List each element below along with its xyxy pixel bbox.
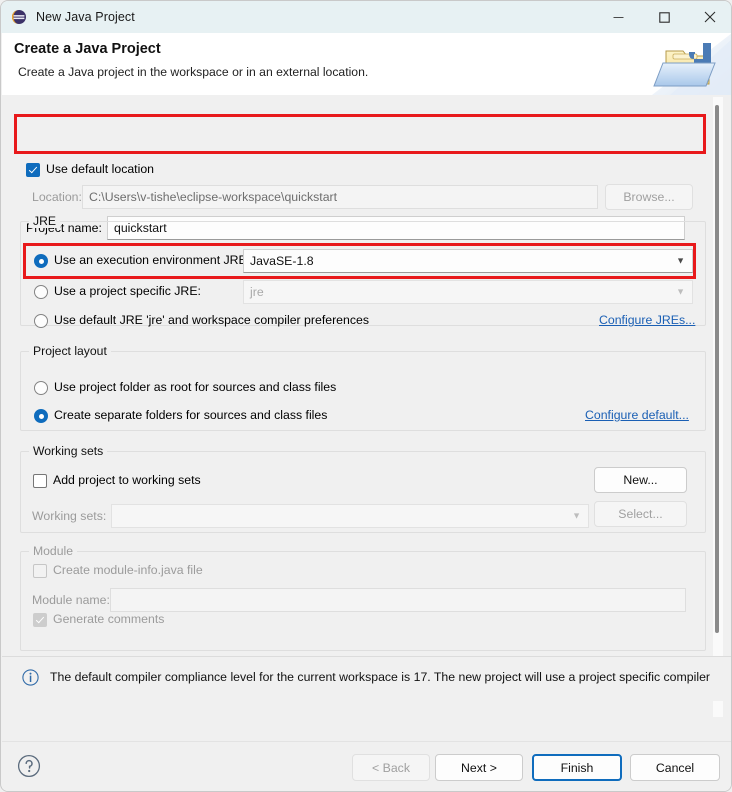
module-name-input[interactable] <box>110 588 686 612</box>
layout-separate-radio[interactable] <box>34 409 48 423</box>
working-sets-label: Working sets: <box>32 509 107 523</box>
module-name-label: Module name: <box>32 593 110 607</box>
close-icon[interactable] <box>687 1 731 33</box>
window-title: New Java Project <box>36 10 135 24</box>
generate-comments-checkbox[interactable] <box>33 613 47 627</box>
wizard-header: Create a Java Project Create a Java proj… <box>2 33 731 96</box>
browse-button[interactable]: Browse... <box>605 184 693 210</box>
create-module-info-label: Create module-info.java file <box>53 563 203 577</box>
page-subtitle: Create a Java project in the workspace o… <box>18 65 369 79</box>
jre-project-specific-radio[interactable] <box>34 285 48 299</box>
location-input[interactable]: C:\Users\v-tishe\eclipse-workspace\quick… <box>82 185 598 209</box>
layout-separate-label: Create separate folders for sources and … <box>54 408 328 422</box>
jre-execution-environment-radio[interactable] <box>34 254 48 268</box>
create-module-info-checkbox[interactable] <box>33 564 47 578</box>
wizard-content: Project name: quickstart Use default loc… <box>2 95 731 740</box>
info-bar: The default compiler compliance level fo… <box>2 656 731 701</box>
vertical-scrollbar-thumb[interactable] <box>715 105 719 633</box>
chevron-down-icon: ▼ <box>676 255 685 266</box>
working-sets-group-title: Working sets <box>29 444 108 458</box>
jre-group: JRE <box>20 214 706 326</box>
next-button[interactable]: Next > <box>435 754 523 781</box>
jre-default-label: Use default JRE 'jre' and workspace comp… <box>54 313 369 327</box>
help-icon[interactable] <box>17 754 41 778</box>
jre-group-title: JRE <box>29 214 61 228</box>
use-default-location-label: Use default location <box>46 162 155 176</box>
module-group-title: Module <box>29 544 77 558</box>
configure-jres-link[interactable]: Configure JREs... <box>599 313 695 327</box>
minimize-icon[interactable] <box>595 1 641 33</box>
title-bar: New Java Project <box>1 1 731 33</box>
new-working-set-button[interactable]: New... <box>594 467 687 493</box>
finish-button[interactable]: Finish <box>532 754 622 781</box>
jre-execution-environment-label: Use an execution environment JRE: <box>54 253 251 267</box>
project-specific-jre-value: jre <box>250 285 264 299</box>
dialog-footer: < Back Next > Finish Cancel <box>2 741 731 791</box>
chevron-down-icon: ▼ <box>572 510 581 521</box>
back-button[interactable]: < Back <box>352 754 430 781</box>
new-java-project-dialog: New Java Project Create a Java Project C… <box>0 0 732 792</box>
select-working-set-button[interactable]: Select... <box>594 501 687 527</box>
configure-default-link[interactable]: Configure default... <box>585 408 689 422</box>
info-icon <box>22 669 39 686</box>
execution-environment-value: JavaSE-1.8 <box>250 254 314 268</box>
layout-root-label: Use project folder as root for sources a… <box>54 380 337 394</box>
java-project-folder-icon <box>542 33 731 95</box>
eclipse-icon <box>11 9 27 25</box>
cancel-button[interactable]: Cancel <box>630 754 720 781</box>
add-project-to-working-sets-checkbox[interactable] <box>33 474 47 488</box>
info-message: The default compiler compliance level fo… <box>50 670 710 684</box>
layout-root-radio[interactable] <box>34 381 48 395</box>
generate-comments-label: Generate comments <box>53 612 165 626</box>
jre-default-radio[interactable] <box>34 314 48 328</box>
execution-environment-combo[interactable]: JavaSE-1.8 ▼ <box>243 249 693 273</box>
jre-project-specific-label: Use a project specific JRE: <box>54 284 201 298</box>
page-title: Create a Java Project <box>14 41 161 57</box>
location-label: Location: <box>32 190 82 204</box>
project-specific-jre-combo[interactable]: jre ▼ <box>243 280 693 304</box>
window-controls <box>595 1 731 33</box>
add-project-to-working-sets-label: Add project to working sets <box>53 473 201 487</box>
maximize-icon[interactable] <box>641 1 687 33</box>
working-sets-combo[interactable]: ▼ <box>111 504 589 528</box>
project-layout-group-title: Project layout <box>29 344 111 358</box>
use-default-location-checkbox[interactable] <box>26 163 40 177</box>
chevron-down-icon: ▼ <box>676 286 685 297</box>
